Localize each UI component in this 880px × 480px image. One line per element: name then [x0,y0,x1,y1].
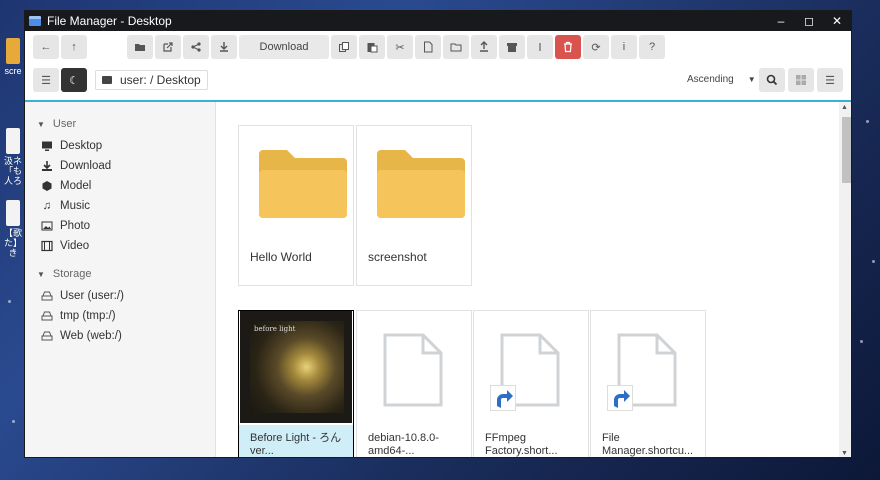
vertical-scrollbar[interactable]: ▲ ▼ [839,102,851,457]
share-icon[interactable] [183,35,209,59]
sidebar-section-storage[interactable]: ▼ Storage [25,266,215,282]
close-button[interactable]: ✕ [823,11,851,31]
desktop-icon[interactable]: 汲ネ「も人ろ [4,128,22,186]
sidebar-item-label: tmp (tmp:/) [60,310,116,322]
sidebar-item-video[interactable]: Video [25,236,215,256]
shortcut-arrow-icon [490,385,516,411]
sort-label: Ascending [687,73,734,85]
image-icon [41,221,53,232]
breadcrumb[interactable]: user: / Desktop [95,70,208,90]
cube-icon [41,181,53,192]
file-card[interactable]: File Manager.shortcu... [590,310,706,457]
upload-icon[interactable] [471,35,497,59]
minimize-button[interactable]: – [767,11,795,31]
document-icon [383,333,443,407]
drive-icon [41,331,53,342]
paste-icon[interactable] [359,35,385,59]
file-manager-window: File Manager - Desktop – ◻ ✕ ← ↑ Downloa… [24,10,852,458]
cut-icon[interactable]: ✂ [387,35,413,59]
menu-icon[interactable]: ☰ [33,68,59,92]
desktop-icon[interactable]: scre [4,38,22,76]
folder-card[interactable]: Hello World [238,125,354,286]
file-name: File Manager.shortcu... [602,432,694,457]
help-icon[interactable]: ? [639,35,665,59]
sidebar-item-label: Web (web:/) [60,330,122,342]
chevron-down-icon: ▼ [747,74,756,84]
sidebar-item-photo[interactable]: Photo [25,216,215,236]
folder-icon [102,76,112,84]
sidebar-item-tmp-storage[interactable]: tmp (tmp:/) [25,306,215,326]
search-icon[interactable] [759,68,785,92]
sidebar: ▼ User Desktop Download Model ♫ Music Ph… [25,102,216,457]
new-file-icon[interactable] [415,35,441,59]
title-bar[interactable]: File Manager - Desktop – ◻ ✕ [25,11,851,31]
scroll-up-icon[interactable]: ▲ [841,104,848,111]
sidebar-item-web-storage[interactable]: Web (web:/) [25,326,215,346]
download-icon[interactable] [211,35,237,59]
folder-card[interactable]: screenshot [356,125,472,286]
archive-icon[interactable] [499,35,525,59]
info-icon[interactable]: i [611,35,637,59]
new-folder-icon[interactable] [443,35,469,59]
refresh-icon[interactable]: ⟳ [583,35,609,59]
download-button[interactable]: Download [239,35,329,59]
caret-down-icon: ▼ [37,119,45,129]
external-link-icon[interactable] [155,35,181,59]
file-card[interactable]: before light Before Light - ろん ver... [238,310,354,457]
file-grid: Hello World screenshot before light Befo… [216,102,851,457]
file-name: debian-10.8.0-amd64-... [368,432,439,457]
window-title: File Manager - Desktop [47,14,172,28]
dark-mode-icon[interactable]: ☾ [61,68,87,92]
sidebar-item-download[interactable]: Download [25,156,215,176]
desktop-icon[interactable]: 【歌た】き [4,200,22,258]
scrollbar-thumb[interactable] [842,117,851,183]
sidebar-item-label: Desktop [60,140,103,152]
folder-icon [377,150,465,218]
main-toolbar: ← ↑ Download ✂ Ⅰ ⟳ i ? [25,31,851,63]
sidebar-item-label: Download [60,160,112,172]
sidebar-item-label: Music [60,200,91,212]
download-icon [41,161,53,172]
delete-button[interactable] [555,35,581,59]
section-label: User [52,118,77,130]
list-view-icon[interactable]: ☰ [817,68,843,92]
folder-icon [259,150,347,218]
path-text: user: / Desktop [120,73,201,87]
scroll-down-icon[interactable]: ▼ [841,450,848,457]
maximize-button[interactable]: ◻ [795,11,823,31]
sidebar-item-label: User (user:/) [60,290,124,302]
grid-view-icon[interactable] [788,68,814,92]
copy-icon[interactable] [331,35,357,59]
drive-icon [41,311,53,322]
sidebar-item-desktop[interactable]: Desktop [25,136,215,156]
app-icon [29,16,41,26]
sidebar-item-model[interactable]: Model [25,176,215,196]
open-folder-icon[interactable] [127,35,153,59]
image-thumbnail: before light [240,311,352,423]
sidebar-item-label: Video [60,240,90,252]
shortcut-arrow-icon [607,385,633,411]
sidebar-item-label: Model [60,180,92,192]
sidebar-item-label: Photo [60,220,91,232]
sidebar-item-user-storage[interactable]: User (user:/) [25,286,215,306]
film-icon [41,240,53,252]
navigation-bar: ☰ ☾ user: / Desktop Ascending ▼ ☰ [25,63,851,97]
file-name: FFmpeg Factory.short... [485,432,558,457]
up-button[interactable]: ↑ [61,35,87,59]
file-card[interactable]: debian-10.8.0-amd64-... [356,310,472,457]
caret-down-icon: ▼ [37,269,45,279]
sidebar-section-user[interactable]: ▼ User [25,116,215,132]
rename-icon[interactable]: Ⅰ [527,35,553,59]
section-label: Storage [52,268,92,280]
sidebar-item-music[interactable]: ♫ Music [25,196,215,216]
monitor-icon [41,141,53,152]
back-button[interactable]: ← [33,35,59,59]
folder-name: Hello World [250,250,312,264]
file-name: Before Light - ろん ver... [250,432,342,457]
folder-name: screenshot [368,250,427,264]
music-icon: ♫ [42,200,52,212]
drive-icon [41,291,53,302]
file-card[interactable]: FFmpeg Factory.short... [473,310,589,457]
sort-dropdown[interactable]: Ascending ▼ [677,68,757,90]
